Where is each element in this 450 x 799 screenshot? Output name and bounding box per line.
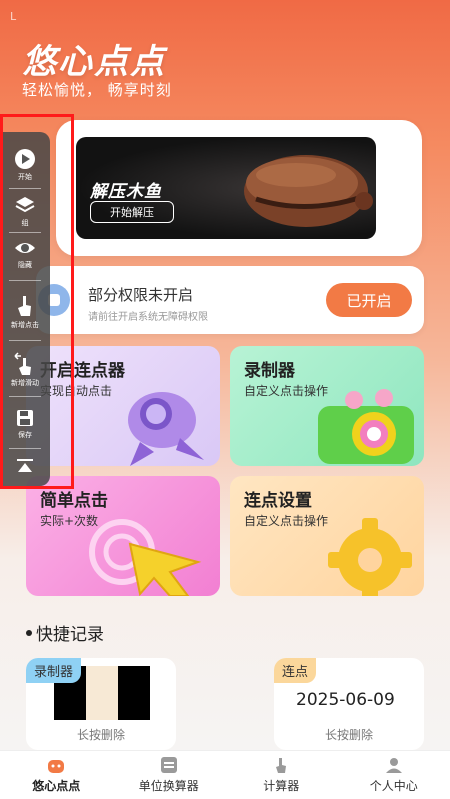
record-tag: 连点: [274, 658, 317, 683]
section-title-text: 快捷记录: [36, 625, 104, 645]
calculator-icon: [276, 758, 287, 773]
banner-image[interactable]: 解压木鱼 开始解压: [76, 137, 376, 239]
profile-icon: [385, 758, 402, 773]
record-date: 2025-06-09: [296, 690, 395, 710]
simple-click-card[interactable]: 简单点击 实际+次数: [26, 476, 220, 596]
start-relax-button[interactable]: 开始解压: [90, 201, 174, 223]
nav-label: 单位换算器: [138, 779, 199, 793]
highlight-annotation-box: [0, 114, 74, 489]
nav-item-home[interactable]: 悠心点点: [0, 751, 113, 799]
card-title: 录制器: [244, 361, 295, 381]
permission-title: 部分权限未开启: [88, 286, 194, 304]
recorder-card[interactable]: 录制器 自定义点击操作: [230, 346, 424, 466]
cursor-illustration: [89, 519, 202, 596]
nav-label: 计算器: [263, 779, 300, 793]
home-icon: [48, 760, 65, 773]
nav-item-profile[interactable]: 个人中心: [338, 751, 450, 799]
rocket-illustration: [128, 392, 204, 466]
gear-illustration: [328, 518, 412, 596]
camera-illustration: [318, 389, 414, 464]
record-card-clicker[interactable]: 连点 2025-06-09 长按删除: [274, 658, 424, 750]
quick-records-title: 快捷记录: [26, 620, 104, 645]
bullet-dot: [26, 629, 32, 636]
long-press-delete-hint: 长按删除: [76, 728, 125, 742]
nav-item-converter[interactable]: 单位换算器: [113, 751, 226, 799]
permission-card: 部分权限未开启 请前往开启系统无障碍权限 已开启: [36, 266, 424, 334]
banner-card[interactable]: 解压木鱼 开始解压: [56, 120, 422, 256]
app-title: 悠心点点: [22, 42, 166, 82]
click-settings-card[interactable]: 连点设置 自定义点击操作: [230, 476, 424, 596]
wooden-fish-illustration: [244, 155, 373, 227]
nav-label: 个人中心: [369, 779, 418, 793]
nav-label: 悠心点点: [32, 779, 81, 793]
record-tag: 录制器: [26, 658, 82, 683]
status-indicator: L: [10, 10, 17, 23]
record-card-recorder[interactable]: 录制器 长按删除: [26, 658, 176, 750]
card-title: 连点设置: [244, 491, 312, 511]
banner-title: 解压木鱼: [90, 182, 162, 202]
app-subtitle: 轻松愉悦， 畅享时刻: [22, 81, 172, 99]
permission-enabled-button[interactable]: 已开启: [326, 283, 412, 317]
converter-icon: [160, 757, 177, 773]
permission-description: 请前往开启系统无障碍权限: [88, 312, 208, 323]
bottom-navigation: 悠心点点 单位换算器 计算器 个人中心: [0, 750, 450, 799]
long-press-delete-hint: 长按删除: [324, 728, 373, 742]
nav-item-calculator[interactable]: 计算器: [225, 751, 338, 799]
